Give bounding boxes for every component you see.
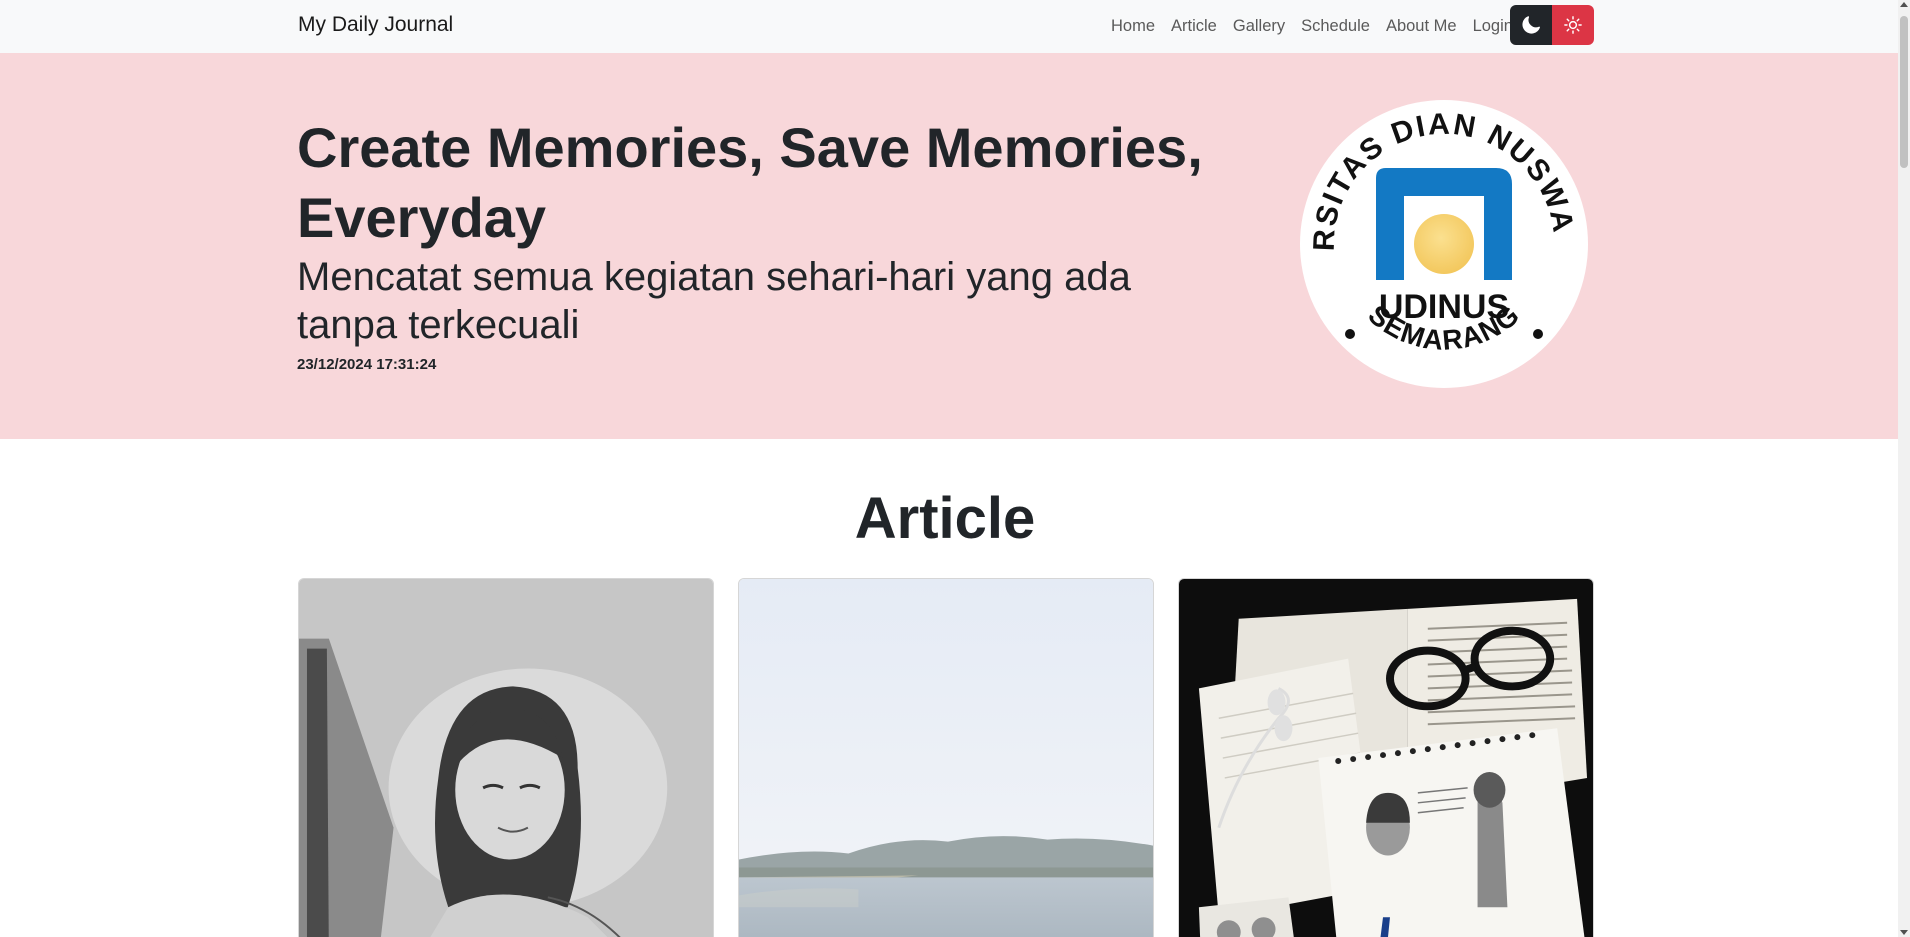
udinus-logo: UNIVERSITAS DIAN NUSWANTORO SEMARANG UDI… xyxy=(1298,98,1588,388)
nav-link-about[interactable]: About Me xyxy=(1386,17,1457,36)
navbar: My Daily Journal Home Article Gallery Sc… xyxy=(0,0,1898,53)
logo-center-text: UDINUS xyxy=(1379,288,1509,326)
article-card[interactable] xyxy=(738,578,1154,937)
hero-subtitle: Mencatat semua kegiatan sehari-hari yang… xyxy=(297,255,1131,347)
card-image-portrait-sketch xyxy=(299,579,713,937)
light-mode-button[interactable] xyxy=(1552,5,1594,45)
hero-title: Create Memories, Save Memories, Everyday xyxy=(297,116,1203,249)
nav-link-article[interactable]: Article xyxy=(1171,17,1217,36)
article-card[interactable] xyxy=(1178,578,1594,937)
article-heading: Article xyxy=(854,486,1036,551)
card-image-lake xyxy=(739,579,1153,937)
article-card[interactable] xyxy=(298,578,714,937)
card-image-journal-flatlay xyxy=(1179,579,1593,937)
scroll-down-icon[interactable] xyxy=(1900,930,1908,935)
theme-toggle-group xyxy=(1510,5,1594,45)
nav-link-gallery[interactable]: Gallery xyxy=(1233,17,1285,36)
scroll-up-icon[interactable] xyxy=(1900,2,1908,7)
scrollbar-thumb[interactable] xyxy=(1900,16,1908,168)
nav-link-login[interactable]: Login xyxy=(1473,17,1513,36)
nav-link-schedule[interactable]: Schedule xyxy=(1301,17,1370,36)
dark-mode-button[interactable] xyxy=(1510,5,1552,45)
hero-section: Create Memories, Save Memories, Everyday… xyxy=(0,53,1898,439)
page-scrollbar[interactable] xyxy=(1898,0,1910,937)
sun-icon xyxy=(1564,16,1582,34)
moon-icon xyxy=(1522,16,1540,34)
nav-links: Home Article Gallery Schedule About Me L… xyxy=(1111,0,1513,53)
navbar-brand[interactable]: My Daily Journal xyxy=(298,13,453,37)
nav-link-home[interactable]: Home xyxy=(1111,17,1155,36)
current-datetime: 23/12/2024 17:31:24 xyxy=(297,356,437,373)
